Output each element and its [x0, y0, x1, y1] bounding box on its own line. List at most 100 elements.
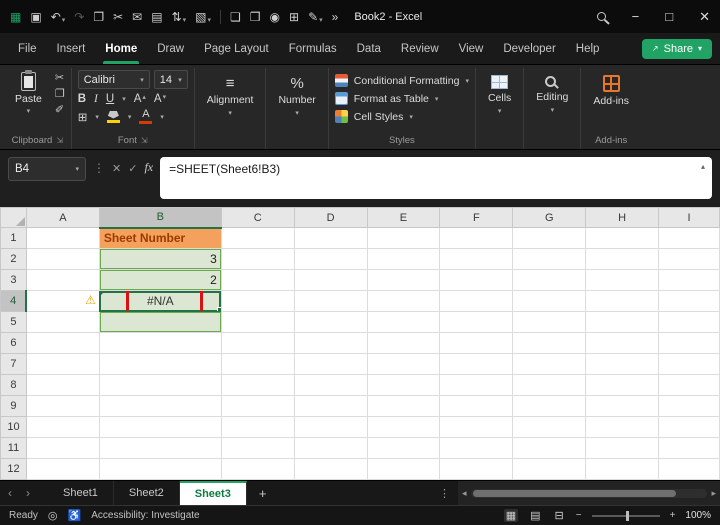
column-header-E[interactable]: E — [366, 207, 441, 228]
cell-A11[interactable] — [25, 437, 100, 459]
cell-I3[interactable] — [658, 269, 720, 291]
cell-H2[interactable] — [585, 248, 660, 270]
row-header-8[interactable]: 8 — [0, 374, 27, 396]
fill-color-qat-icon[interactable]: ▧ ▾ — [195, 10, 211, 24]
cell-A4[interactable]: ⚠ — [25, 290, 100, 312]
camera-icon[interactable]: ◉ — [270, 10, 280, 24]
cell-H8[interactable] — [585, 374, 660, 396]
cell-H10[interactable] — [585, 416, 660, 438]
chart-icon[interactable]: ▤ — [151, 10, 162, 24]
cell-D5[interactable] — [293, 311, 368, 333]
record-macro-icon[interactable]: ◎ — [48, 509, 58, 522]
column-header-D[interactable]: D — [293, 207, 368, 228]
cell-B11[interactable] — [98, 437, 222, 459]
cell-B1[interactable]: Sheet Number — [98, 227, 222, 249]
maximize-button[interactable]: □ — [665, 9, 673, 24]
cut-button[interactable]: ✂ — [55, 73, 65, 84]
undo-icon[interactable]: ↶ ▾ — [51, 10, 66, 24]
tab-developer[interactable]: Developer — [493, 33, 565, 64]
row-header-7[interactable]: 7 — [0, 353, 27, 375]
column-header-C[interactable]: C — [220, 207, 295, 228]
cell-E7[interactable] — [366, 353, 441, 375]
cell-C9[interactable] — [220, 395, 295, 417]
page-layout-icon[interactable]: ▤ — [528, 509, 542, 522]
normal-view-icon[interactable]: ▦ — [503, 509, 519, 522]
row-header-6[interactable]: 6 — [0, 332, 27, 354]
row-header-5[interactable]: 5 — [0, 311, 27, 333]
cell-F11[interactable] — [439, 437, 514, 459]
cell-C6[interactable] — [220, 332, 295, 354]
cell-A1[interactable] — [25, 227, 100, 249]
fill-color-button[interactable] — [106, 110, 120, 123]
cell-C4[interactable] — [220, 290, 295, 312]
shrink-font-button[interactable]: A ▾ — [154, 93, 166, 105]
cell-G9[interactable] — [512, 395, 587, 417]
cell-B2[interactable]: 3 — [98, 248, 222, 270]
cut-icon[interactable]: ✂ — [113, 10, 123, 24]
redo-icon[interactable]: ↷ — [74, 10, 84, 24]
cell-E2[interactable] — [366, 248, 441, 270]
conditional-formatting-button[interactable]: Conditional Formatting ▾ — [334, 74, 469, 87]
cell-E6[interactable] — [366, 332, 441, 354]
cell-A6[interactable] — [25, 332, 100, 354]
sort-icon[interactable]: ⇅ ▾ — [172, 10, 187, 24]
zoom-level[interactable]: 100% — [685, 510, 711, 521]
cell-I8[interactable] — [658, 374, 720, 396]
cell-G5[interactable] — [512, 311, 587, 333]
cell-G6[interactable] — [512, 332, 587, 354]
font-dialog-launcher[interactable]: ⇲ — [141, 136, 148, 145]
cell-E8[interactable] — [366, 374, 441, 396]
scroll-right-arrow[interactable]: ▸ — [711, 488, 716, 499]
cell-F4[interactable] — [439, 290, 514, 312]
sheet-tab-sheet3[interactable]: Sheet3 — [179, 481, 247, 505]
draw-icon[interactable]: ✎ ▾ — [308, 10, 323, 24]
cell-B4[interactable]: #N/A — [98, 290, 222, 312]
format-painter-button[interactable]: ✐ — [55, 105, 65, 116]
cell-G10[interactable] — [512, 416, 587, 438]
row-header-12[interactable]: 12 — [0, 458, 27, 480]
cell-C2[interactable] — [220, 248, 295, 270]
borders-button[interactable]: ⊞ — [78, 110, 88, 124]
row-header-3[interactable]: 3 — [0, 269, 27, 291]
tab-formulas[interactable]: Formulas — [279, 33, 347, 64]
cell-A8[interactable] — [25, 374, 100, 396]
zoom-in-button[interactable]: + — [670, 510, 676, 521]
format-as-table-button[interactable]: Format as Table ▾ — [334, 92, 438, 105]
bold-button[interactable]: B — [78, 93, 86, 105]
tab-data[interactable]: Data — [347, 33, 391, 64]
cell-E4[interactable] — [366, 290, 441, 312]
enter-entry-button[interactable]: ✓ — [128, 157, 137, 175]
cell-I4[interactable] — [658, 290, 720, 312]
cell-F8[interactable] — [439, 374, 514, 396]
cell-A9[interactable] — [25, 395, 100, 417]
cell-C12[interactable] — [220, 458, 295, 480]
font-size-select[interactable]: 14 ▾ — [153, 70, 188, 89]
cell-C3[interactable] — [220, 269, 295, 291]
cell-H11[interactable] — [585, 437, 660, 459]
cell-F9[interactable] — [439, 395, 514, 417]
cell-G11[interactable] — [512, 437, 587, 459]
grow-font-button[interactable]: A ▴ — [134, 93, 146, 105]
cell-A5[interactable] — [25, 311, 100, 333]
cell-I7[interactable] — [658, 353, 720, 375]
font-color-button[interactable]: A — [139, 109, 153, 124]
addins-button[interactable]: Add-ins — [587, 70, 635, 107]
column-header-G[interactable]: G — [512, 207, 587, 228]
cell-H1[interactable] — [585, 227, 660, 249]
cell-I10[interactable] — [658, 416, 720, 438]
row-header-11[interactable]: 11 — [0, 437, 27, 459]
column-header-A[interactable]: A — [25, 207, 100, 228]
scroll-left-arrow[interactable]: ◂ — [462, 488, 467, 499]
cell-G4[interactable] — [512, 290, 587, 312]
number-button[interactable]: % Number ▾ — [272, 70, 321, 118]
cell-styles-button[interactable]: Cell Styles ▾ — [334, 110, 413, 123]
cell-H9[interactable] — [585, 395, 660, 417]
cell-F12[interactable] — [439, 458, 514, 480]
cancel-entry-button[interactable]: ✕ — [112, 157, 121, 175]
cell-I2[interactable] — [658, 248, 720, 270]
cell-C5[interactable] — [220, 311, 295, 333]
cell-G3[interactable] — [512, 269, 587, 291]
cell-F3[interactable] — [439, 269, 514, 291]
minimize-button[interactable]: − — [632, 9, 640, 24]
font-name-select[interactable]: Calibri ▾ — [77, 70, 150, 89]
